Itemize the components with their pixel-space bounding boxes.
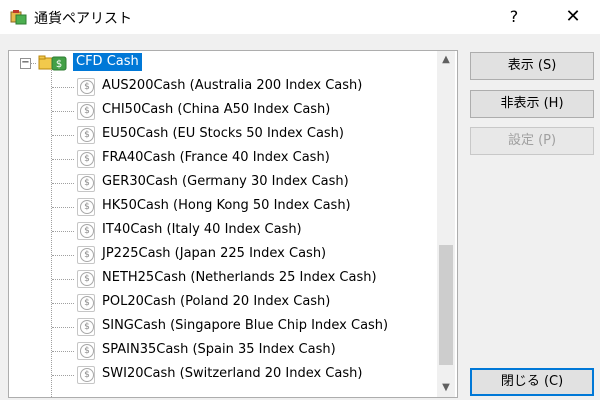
list-item-label: SPAIN35Cash (Spain 35 Index Cash) [102, 342, 336, 357]
hide-button[interactable]: 非表示 (H) [470, 90, 594, 118]
dollar-icon: $ [77, 126, 95, 144]
list-item[interactable]: $ AUS200Cash (Australia 200 Index Cash) [9, 75, 429, 99]
list-item[interactable]: $ NETH25Cash (Netherlands 25 Index Cash) [9, 267, 429, 291]
list-item-label: POL20Cash (Poland 20 Index Cash) [102, 294, 331, 309]
list-item[interactable]: $ SWI20Cash (Switzerland 20 Index Cash) [9, 363, 429, 387]
tree-connector [52, 231, 74, 232]
tree-content: − $ CFD Cash $ AUS200Cash (Australia 200… [9, 51, 437, 397]
list-item[interactable]: $ GER30Cash (Germany 30 Index Cash) [9, 171, 429, 195]
scroll-up-icon[interactable]: ▲ [437, 51, 455, 69]
tree-connector [52, 135, 74, 136]
list-item-label: AUS200Cash (Australia 200 Index Cash) [102, 78, 363, 93]
dollar-icon: $ [77, 342, 95, 360]
list-item[interactable]: $ FRA40Cash (France 40 Index Cash) [9, 147, 429, 171]
folder-icon: $ [38, 55, 67, 71]
list-item-label: IT40Cash (Italy 40 Index Cash) [102, 222, 302, 237]
tree-connector [52, 327, 74, 328]
tree-connector [52, 351, 74, 352]
svg-text:$: $ [56, 59, 62, 70]
list-item[interactable]: $ IT40Cash (Italy 40 Index Cash) [9, 219, 429, 243]
tree-connector [52, 159, 74, 160]
tree-connector [52, 303, 74, 304]
list-item-label: FRA40Cash (France 40 Index Cash) [102, 150, 330, 165]
list-item-label: SINGCash (Singapore Blue Chip Index Cash… [102, 318, 389, 333]
dollar-icon: $ [77, 222, 95, 240]
close-window-button[interactable]: ✕ [562, 6, 584, 28]
list-item-label: SWI20Cash (Switzerland 20 Index Cash) [102, 366, 363, 381]
dollar-icon: $ [77, 270, 95, 288]
symbol-tree[interactable]: − $ CFD Cash $ AUS200Cash (Australia 200… [8, 50, 458, 398]
dollar-icon: $ [77, 150, 95, 168]
vertical-scrollbar[interactable]: ▲ ▼ [437, 51, 455, 397]
tree-connector [52, 183, 74, 184]
tree-connector [52, 375, 74, 376]
list-item-label: JP225Cash (Japan 225 Index Cash) [102, 246, 327, 261]
list-item[interactable]: $ EU50Cash (EU Stocks 50 Index Cash) [9, 123, 429, 147]
list-item[interactable]: $ CHI50Cash (China A50 Index Cash) [9, 99, 429, 123]
settings-button[interactable]: 設定 (P) [470, 127, 594, 155]
list-item-label: CHI50Cash (China A50 Index Cash) [102, 102, 331, 117]
scroll-thumb[interactable] [439, 245, 453, 365]
close-button[interactable]: 閉じる (C) [470, 368, 594, 396]
tree-root-cfd-cash[interactable]: − $ CFD Cash [9, 53, 429, 73]
dollar-icon: $ [77, 294, 95, 312]
scroll-down-icon[interactable]: ▼ [437, 379, 455, 397]
tree-connector [52, 207, 74, 208]
help-button[interactable]: ? [504, 6, 524, 28]
tree-connector [52, 87, 74, 88]
list-item-label: EU50Cash (EU Stocks 50 Index Cash) [102, 126, 344, 141]
dollar-icon: $ [77, 198, 95, 216]
tree-root-label[interactable]: CFD Cash [73, 53, 142, 71]
list-item-label: GER30Cash (Germany 30 Index Cash) [102, 174, 349, 189]
title-bar: 通貨ペアリスト ? ✕ [0, 0, 600, 34]
list-item[interactable]: $ HK50Cash (Hong Kong 50 Index Cash) [9, 195, 429, 219]
list-item[interactable]: $ POL20Cash (Poland 20 Index Cash) [9, 291, 429, 315]
dollar-icon: $ [77, 318, 95, 336]
list-item[interactable]: $ JP225Cash (Japan 225 Index Cash) [9, 243, 429, 267]
list-item[interactable]: $ SPAIN35Cash (Spain 35 Index Cash) [9, 339, 429, 363]
dollar-icon: $ [77, 102, 95, 120]
dollar-icon: $ [77, 246, 95, 264]
tree-connector [52, 111, 74, 112]
tree-connector [30, 63, 36, 64]
show-button[interactable]: 表示 (S) [470, 52, 594, 80]
tree-connector [52, 279, 74, 280]
tree-connector [52, 255, 74, 256]
dollar-icon: $ [77, 366, 95, 384]
window-title: 通貨ペアリスト [34, 11, 132, 27]
dollar-icon: $ [77, 174, 95, 192]
list-item-label: NETH25Cash (Netherlands 25 Index Cash) [102, 270, 377, 285]
dollar-icon: $ [77, 78, 95, 96]
list-item-label: HK50Cash (Hong Kong 50 Index Cash) [102, 198, 351, 213]
app-icon [10, 10, 27, 25]
list-item[interactable]: $ SINGCash (Singapore Blue Chip Index Ca… [9, 315, 429, 339]
